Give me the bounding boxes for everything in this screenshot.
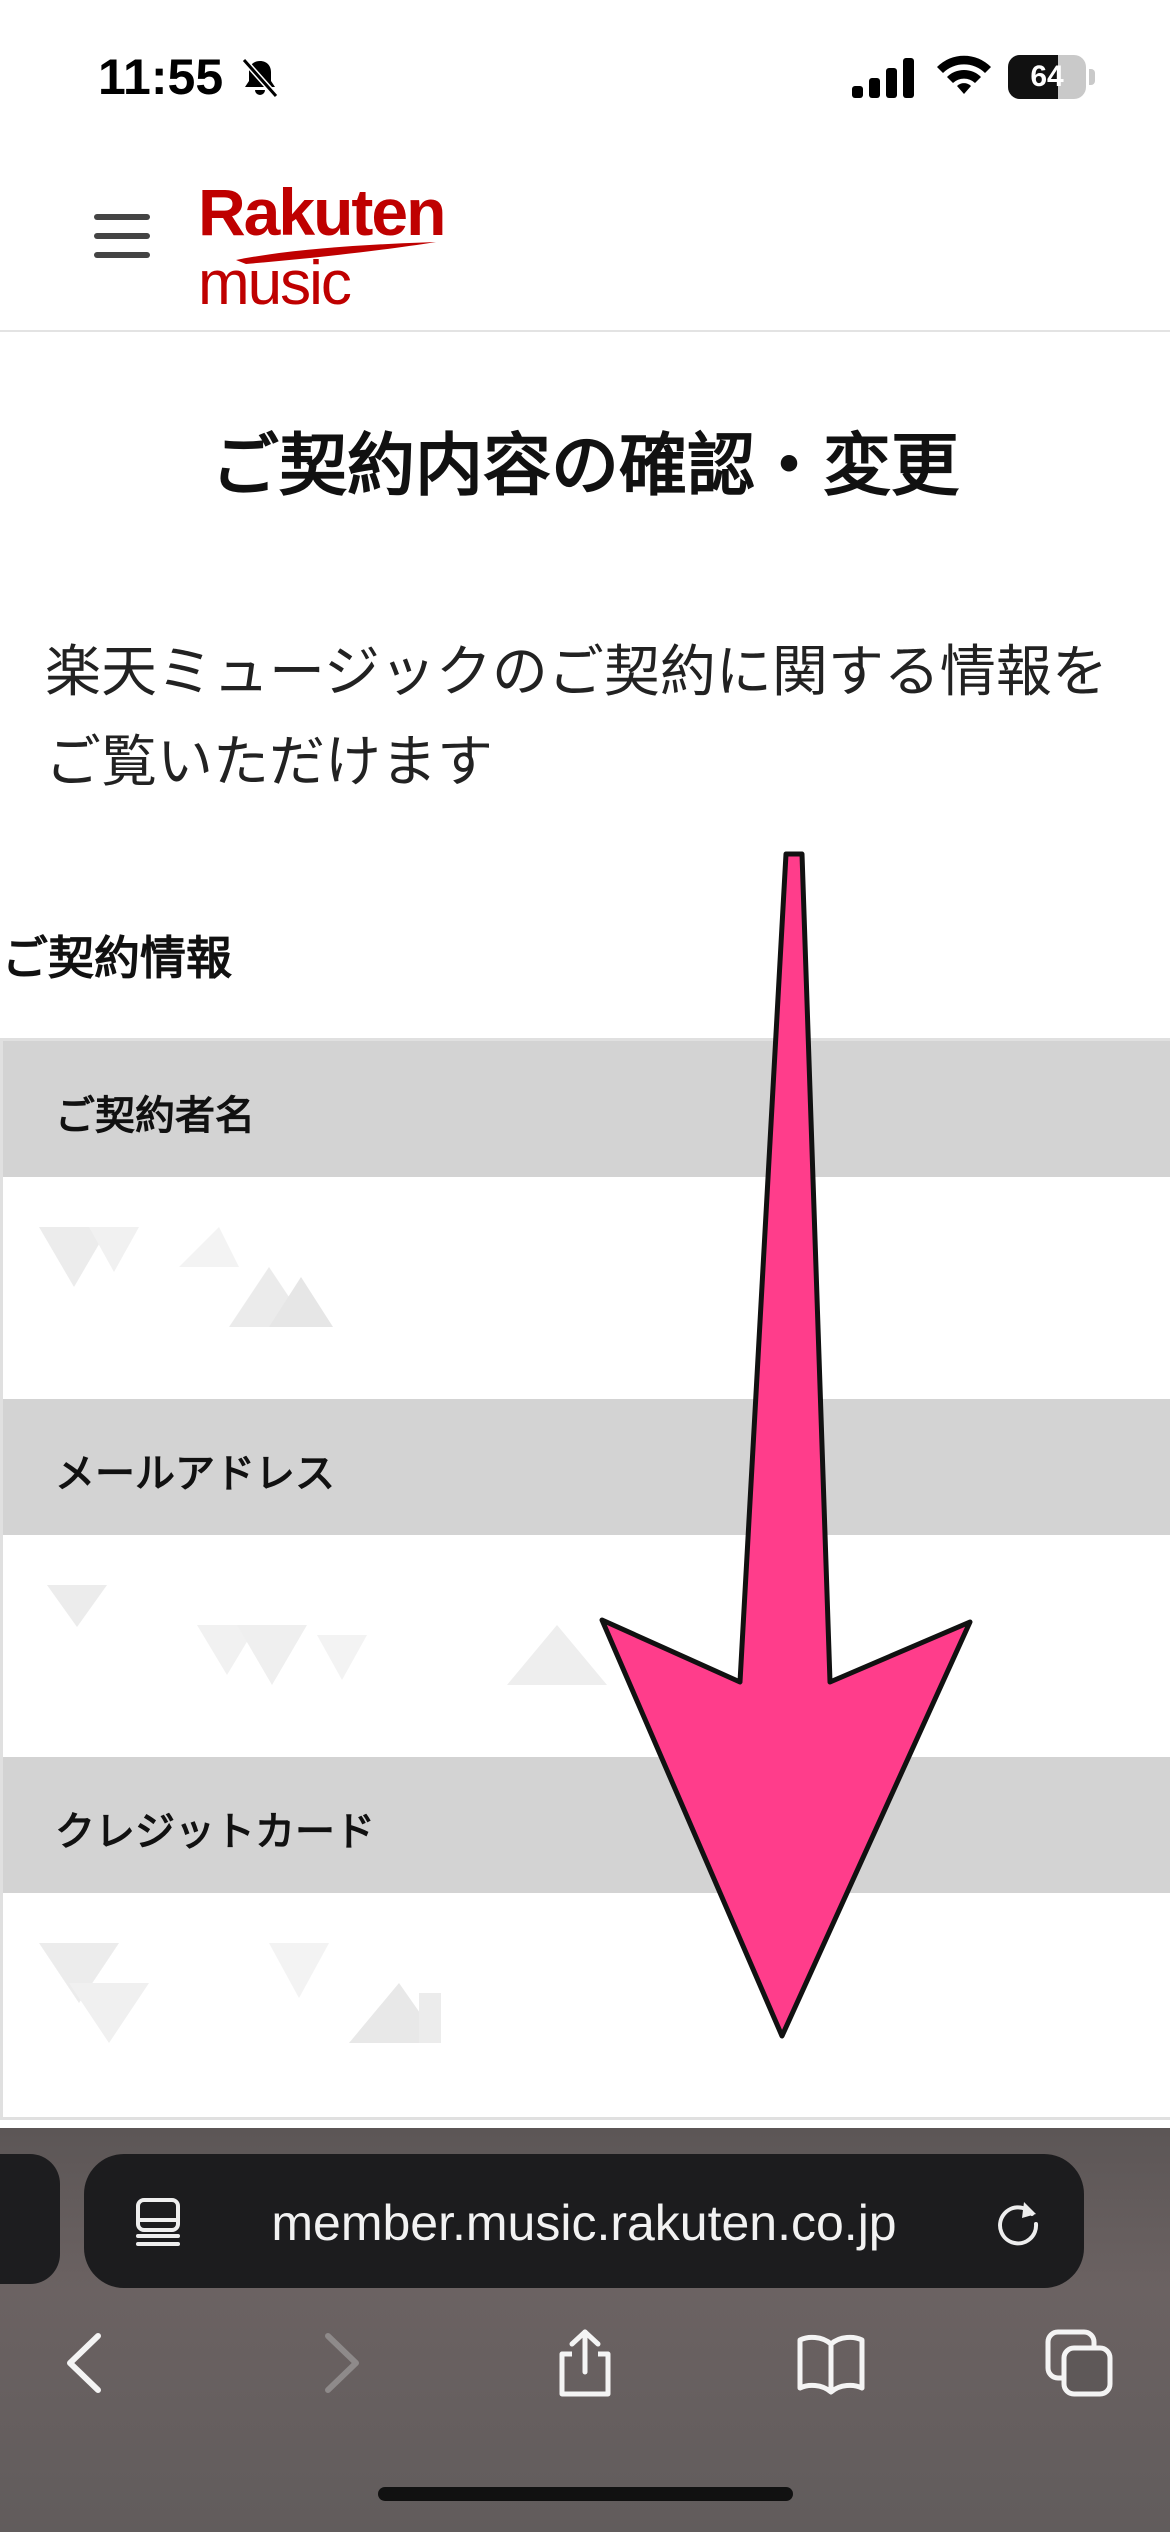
- redacted-value: [39, 1943, 441, 2043]
- bell-slash-icon: [241, 58, 279, 98]
- page-title: ご契約内容の確認・変更: [210, 427, 959, 506]
- tabs-icon[interactable]: [1044, 2328, 1114, 2398]
- back-icon[interactable]: [52, 2328, 122, 2398]
- status-bar: 11:55 64: [0, 0, 1170, 150]
- reload-icon[interactable]: [990, 2194, 1046, 2250]
- redacted-value: [39, 1227, 333, 1327]
- battery-body: 64: [1008, 55, 1086, 99]
- row-label-text: クレジットカード: [55, 1809, 375, 1855]
- section-title: ご契約情報: [2, 931, 232, 985]
- cellular-signal-icon: [852, 58, 914, 98]
- intro-text: 楽天ミュージックのご契約に関する情報をご覧いただけます: [45, 640, 1108, 795]
- previous-tab-peek[interactable]: [0, 2154, 60, 2284]
- rakuten-music-logo[interactable]: Rakuten music: [196, 174, 456, 318]
- row-label-text: ご契約者名: [55, 1093, 255, 1139]
- hamburger-menu-icon[interactable]: [88, 206, 158, 266]
- logo-text-music: music: [198, 249, 352, 318]
- logo-text-rakuten: Rakuten: [198, 175, 446, 249]
- site-header: Rakuten music: [0, 150, 1170, 332]
- battery-nub: [1089, 69, 1095, 85]
- battery-level: 64: [1030, 60, 1064, 93]
- wifi-icon: [937, 55, 991, 94]
- redacted-value: [47, 1585, 607, 1685]
- home-indicator: [378, 2487, 793, 2501]
- forward-icon[interactable]: [304, 2328, 374, 2398]
- row-label-text: メールアドレス: [55, 1451, 335, 1497]
- bookmarks-icon[interactable]: [796, 2328, 866, 2398]
- status-time: 11:55: [98, 49, 224, 105]
- battery-icon: 64: [1008, 55, 1096, 99]
- share-icon[interactable]: [550, 2328, 620, 2398]
- url-text[interactable]: member.music.rakuten.co.jp: [84, 2194, 1084, 2252]
- browser-toolbar: member.music.rakuten.co.jp: [0, 2128, 1170, 2532]
- address-bar[interactable]: member.music.rakuten.co.jp: [84, 2154, 1084, 2288]
- scroll-down-arrow: [599, 851, 973, 2039]
